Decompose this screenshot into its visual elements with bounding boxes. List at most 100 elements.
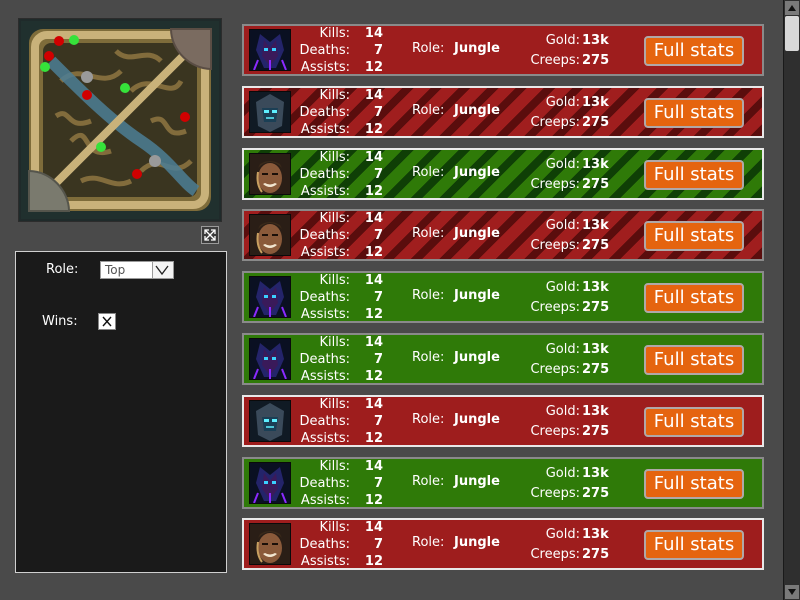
creeps-value: 275 <box>582 486 610 501</box>
gold-value: 13k <box>582 404 609 419</box>
creeps-label: Creeps: <box>530 362 580 377</box>
match-row: Kills: 14 Deaths: 7 Assists: 12 Role: Jungle Gol… <box>242 86 764 138</box>
kills-value: 14 <box>364 520 383 535</box>
match-row: Kills: 14 Deaths: 7 Assists: 12 Role: Jungle Gol… <box>242 148 764 200</box>
kills-label: Kills: <box>319 26 350 41</box>
kills-value: 14 <box>364 273 383 288</box>
deaths-value: 7 <box>373 476 383 491</box>
match-row: Kills: 14 Deaths: 7 Assists: 12 Role: Jungle Gol… <box>242 209 764 261</box>
gold-value: 13k <box>582 527 609 542</box>
match-row: Kills: 14 Deaths: 7 Assists: 12 Role: Jungle Gol… <box>242 518 764 570</box>
kills-value: 14 <box>364 335 383 350</box>
gold-label: Gold: <box>545 466 580 481</box>
deaths-label: Deaths: <box>299 167 350 182</box>
creeps-label: Creeps: <box>530 115 580 130</box>
full-stats-button[interactable]: Full stats <box>644 160 744 190</box>
deaths-value: 7 <box>373 290 383 305</box>
role-label: Role: <box>412 412 445 427</box>
role-label: Role: <box>412 350 445 365</box>
gold-value: 13k <box>582 157 609 172</box>
full-stats-button[interactable]: Full stats <box>644 36 744 66</box>
kills-value: 14 <box>364 211 383 226</box>
assists-value: 12 <box>364 60 383 75</box>
deaths-label: Deaths: <box>299 290 350 305</box>
creeps-value: 275 <box>582 300 610 315</box>
wins-checkbox[interactable] <box>98 313 116 330</box>
role-filter-label: Role: <box>46 262 79 277</box>
deaths-value: 7 <box>373 414 383 429</box>
deaths-value: 7 <box>373 537 383 552</box>
deaths-label: Deaths: <box>299 228 350 243</box>
gold-label: Gold: <box>545 280 580 295</box>
match-row: Kills: 14 Deaths: 7 Assists: 12 Role: Jungle Gol… <box>242 395 764 447</box>
assists-label: Assists: <box>300 245 350 260</box>
creeps-value: 275 <box>582 238 610 253</box>
assists-value: 12 <box>364 431 383 446</box>
filter-panel: Role: Top Wins: <box>15 251 227 573</box>
full-stats-button[interactable]: Full stats <box>644 283 744 313</box>
assists-label: Assists: <box>300 493 350 508</box>
deaths-label: Deaths: <box>299 105 350 120</box>
assists-value: 12 <box>364 493 383 508</box>
role-label: Role: <box>412 288 445 303</box>
assists-value: 12 <box>364 245 383 260</box>
creeps-value: 275 <box>582 424 610 439</box>
full-stats-button[interactable]: Full stats <box>644 221 744 251</box>
wins-filter-label: Wins: <box>42 314 78 329</box>
scrollbar[interactable] <box>783 0 800 600</box>
assists-label: Assists: <box>300 369 350 384</box>
scroll-thumb[interactable] <box>785 16 799 51</box>
deaths-value: 7 <box>373 228 383 243</box>
kills-label: Kills: <box>319 211 350 226</box>
creeps-value: 275 <box>582 177 610 192</box>
creeps-label: Creeps: <box>530 300 580 315</box>
kills-value: 14 <box>364 88 383 103</box>
minimap-image <box>21 21 219 219</box>
role-filter-select[interactable]: Top <box>100 261 174 279</box>
kills-value: 14 <box>364 397 383 412</box>
full-stats-button[interactable]: Full stats <box>644 530 744 560</box>
creeps-label: Creeps: <box>530 177 580 192</box>
gold-label: Gold: <box>545 95 580 110</box>
gold-label: Gold: <box>545 33 580 48</box>
match-row: Kills: 14 Deaths: 7 Assists: 12 Role: Jungle Gol… <box>242 457 764 509</box>
assists-value: 12 <box>364 184 383 199</box>
creeps-label: Creeps: <box>530 53 580 68</box>
scroll-up-arrow-icon[interactable] <box>785 1 799 15</box>
assists-value: 12 <box>364 122 383 137</box>
assists-label: Assists: <box>300 431 350 446</box>
kills-value: 14 <box>364 459 383 474</box>
assists-label: Assists: <box>300 184 350 199</box>
gold-value: 13k <box>582 218 609 233</box>
full-stats-button[interactable]: Full stats <box>644 469 744 499</box>
role-label: Role: <box>412 226 445 241</box>
full-stats-button[interactable]: Full stats <box>644 98 744 128</box>
minimap[interactable] <box>18 18 222 222</box>
gold-label: Gold: <box>545 527 580 542</box>
deaths-label: Deaths: <box>299 414 350 429</box>
creeps-value: 275 <box>582 115 610 130</box>
check-x-icon <box>102 316 112 327</box>
chevron-down-icon[interactable] <box>152 262 173 278</box>
role-label: Role: <box>412 103 445 118</box>
assists-label: Assists: <box>300 122 350 137</box>
creeps-label: Creeps: <box>530 238 580 253</box>
role-label: Role: <box>412 41 445 56</box>
kills-label: Kills: <box>319 335 350 350</box>
kills-label: Kills: <box>319 150 350 165</box>
assists-label: Assists: <box>300 554 350 569</box>
gold-value: 13k <box>582 466 609 481</box>
scroll-down-arrow-icon[interactable] <box>785 585 799 599</box>
kills-label: Kills: <box>319 520 350 535</box>
assists-value: 12 <box>364 554 383 569</box>
creeps-value: 275 <box>582 53 610 68</box>
assists-value: 12 <box>364 369 383 384</box>
full-stats-button[interactable]: Full stats <box>644 345 744 375</box>
deaths-label: Deaths: <box>299 352 350 367</box>
gold-label: Gold: <box>545 342 580 357</box>
role-label: Role: <box>412 474 445 489</box>
deaths-label: Deaths: <box>299 476 350 491</box>
deaths-label: Deaths: <box>299 537 350 552</box>
full-stats-button[interactable]: Full stats <box>644 407 744 437</box>
expand-map-icon[interactable] <box>201 226 219 244</box>
